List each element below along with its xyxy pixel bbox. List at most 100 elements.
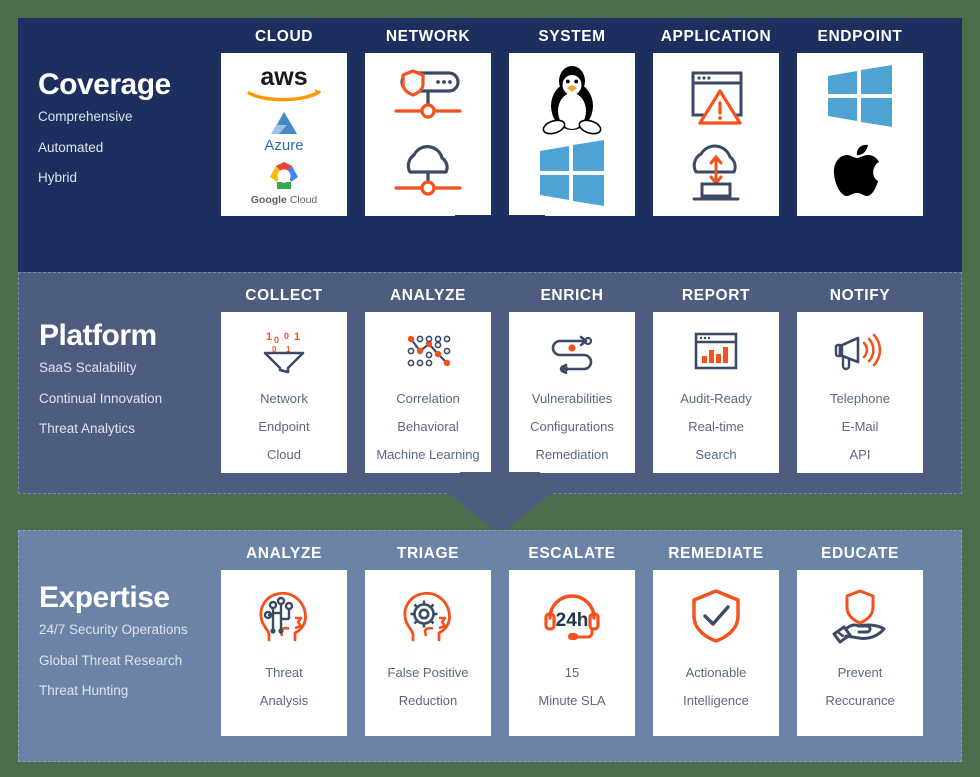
head-circuit-icon [251,588,317,644]
expertise-columns: ANALYZE Threat Analysis TRIAGE False Pos… [221,545,923,736]
platform-card-report[interactable]: Audit-Ready Real-time Search [653,312,779,473]
platform-card-analyze[interactable]: Correlation Behavioral Machine Learning [365,312,491,473]
platform-card-notify-line-2: E-Mail [841,419,879,434]
expertise-column-triage-label: TRIAGE [396,545,460,562]
platform-column-collect-label: COLLECT [245,287,323,304]
server-shield-icon [380,65,476,131]
coverage-subtitle-3: Hybrid [38,170,78,185]
platform-column-notify[interactable]: NOTIFY Telephone E-Mail API [797,287,923,473]
platform-card-enrich-lines: Vulnerabilities Configurations Remediati… [509,392,635,461]
cloud-network-icon [380,138,476,204]
expertise-card-educate-lines: Prevent Reccurance [797,666,923,707]
expertise-card-escalate-lines: 15 Minute SLA [509,666,635,707]
svg-text:24h: 24h [556,610,589,631]
expertise-card-remediate[interactable]: Actionable Intelligence [653,570,779,736]
expertise-card-remediate-line-2: Intelligence [683,693,749,708]
coverage-column-cloud[interactable]: CLOUD aws Azure Google Cloud [221,28,347,216]
arrow-platform-to-expertise [444,490,556,534]
expertise-column-triage[interactable]: TRIAGE False Positive Reduction [365,545,491,736]
coverage-column-network-label: NETWORK [385,28,471,45]
svg-text:0: 0 [274,335,279,345]
platform-card-report-line-3: Search [695,447,737,462]
platform-card-collect[interactable]: 1 0 0 1 0 1 Network Endpoint Cloud [221,312,347,473]
svg-text:aws: aws [260,63,307,91]
svg-text:1: 1 [266,331,272,343]
expertise-card-educate-line-2: Reccurance [825,693,895,708]
coverage-card-endpoint[interactable] [797,53,923,216]
expertise-column-analyze[interactable]: ANALYZE Threat Analysis [221,545,347,736]
expertise-card-analyze-line-1: Threat [265,665,303,680]
svg-text:0: 0 [284,331,289,341]
coverage-card-system[interactable] [509,53,635,216]
platform-card-notify-line-3: API [849,447,871,462]
expertise-column-educate-label: EDUCATE [821,545,899,562]
expertise-card-analyze-lines: Threat Analysis [221,666,347,707]
expertise-subtitle-2: Global Threat Research [39,652,183,668]
expertise-column-analyze-label: ANALYZE [246,545,322,562]
workflow-loop-icon [540,328,604,374]
coverage-column-application-label: APPLICATION [660,28,772,45]
coverage-card-network[interactable] [365,53,491,216]
platform-card-enrich-line-3: Remediation [535,447,609,462]
platform-subtitle-2: Continual Innovation [39,390,163,406]
platform-column-analyze[interactable]: ANALYZE Correlation Behavioral Machine L… [365,287,491,473]
expertise-column-remediate[interactable]: REMEDIATE Actionable Intelligence [653,545,779,736]
platform-title: Platform [39,319,157,352]
expertise-card-escalate-line-2: Minute SLA [538,693,606,708]
hand-shield-icon [826,588,894,644]
platform-card-collect-lines: Network Endpoint Cloud [221,392,347,461]
platform-card-collect-line-3: Cloud [267,447,301,462]
expertise-card-escalate-line-1: 15 [564,665,580,680]
platform-column-analyze-label: ANALYZE [390,287,466,304]
cloud-sync-laptop-icon [670,138,762,204]
platform-column-report[interactable]: REPORT Audit-Ready Real-time Search [653,287,779,473]
bar-chart-window-icon [688,328,744,374]
expertise-column-escalate[interactable]: ESCALATE 24h 15 Minute SLA [509,545,635,736]
platform-card-collect-line-1: Network [260,391,308,406]
expertise-column-educate[interactable]: EDUCATE Prevent Reccurance [797,545,923,736]
expertise-card-escalate[interactable]: 24h 15 Minute SLA [509,570,635,736]
platform-card-analyze-line-2: Behavioral [397,419,459,434]
platform-column-enrich-label: ENRICH [540,287,604,304]
expertise-card-triage-line-2: Reduction [398,693,458,708]
platform-card-report-line-1: Audit-Ready [680,391,752,406]
expertise-card-analyze-line-2: Analysis [259,693,309,708]
svg-text:1: 1 [294,331,300,343]
coverage-title: Coverage [38,68,171,101]
apple-logo-icon [820,131,900,207]
coverage-card-application[interactable] [653,53,779,216]
expertise-card-remediate-line-1: Actionable [685,665,747,680]
expertise-card-triage-lines: False Positive Reduction [365,666,491,707]
windows-logo-icon [820,62,900,128]
coverage-subtitle-1: Comprehensive [38,109,133,124]
platform-card-analyze-lines: Correlation Behavioral Machine Learning [365,392,491,461]
coverage-subtitle-2: Automated [38,139,104,155]
coverage-column-cloud-label: CLOUD [254,28,314,45]
data-nodes-icon [400,328,456,374]
platform-column-enrich[interactable]: ENRICH Vulnerabilities Configurations Re… [509,287,635,473]
shield-check-icon [686,588,746,644]
coverage-column-endpoint[interactable]: ENDPOINT [797,28,923,216]
aws-logo-icon: aws [241,63,327,103]
platform-card-notify[interactable]: Telephone E-Mail API [797,312,923,473]
coverage-column-network[interactable]: NETWORK [365,28,491,216]
expertise-title-block: Expertise 24/7 Security Operations Globa… [39,583,239,698]
platform-card-analyze-line-3: Machine Learning [376,447,480,462]
expertise-column-remediate-label: REMEDIATE [668,545,764,562]
platform-column-collect[interactable]: COLLECT 1 0 0 1 0 1 Network Endpoint Clo… [221,287,347,473]
expertise-card-educate[interactable]: Prevent Reccurance [797,570,923,736]
headset-24h-icon: 24h [537,588,607,644]
expertise-card-triage[interactable]: False Positive Reduction [365,570,491,736]
platform-card-collect-line-2: Endpoint [258,419,310,434]
expertise-card-educate-line-1: Prevent [837,665,883,680]
platform-card-report-lines: Audit-Ready Real-time Search [653,392,779,461]
expertise-card-remediate-lines: Actionable Intelligence [653,666,779,707]
coverage-card-cloud[interactable]: aws Azure Google Cloud [221,53,347,216]
azure-logo-icon: Azure [241,107,327,153]
expertise-card-analyze[interactable]: Threat Analysis [221,570,347,736]
platform-subtitle-1: SaaS Scalability [39,360,137,375]
coverage-column-system[interactable]: SYSTEM [509,28,635,216]
coverage-column-application[interactable]: APPLICATION [653,28,779,216]
platform-card-enrich[interactable]: Vulnerabilities Configurations Remediati… [509,312,635,473]
expertise-subtitle-1: 24/7 Security Operations [39,622,188,637]
